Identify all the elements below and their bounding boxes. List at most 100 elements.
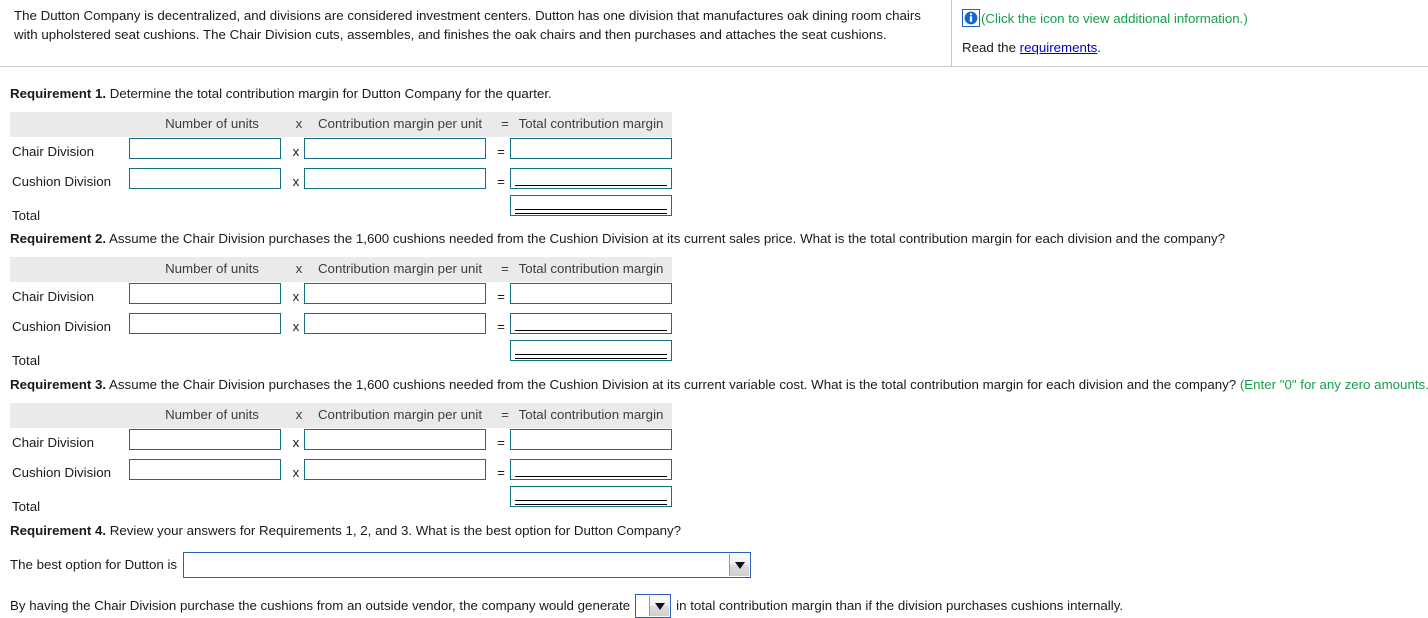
operator-times: x bbox=[292, 435, 300, 450]
operator-times: x bbox=[292, 289, 300, 304]
table-row: Chair Division x = bbox=[10, 282, 672, 312]
input-r2-grand-total-cm[interactable] bbox=[510, 340, 672, 361]
requirement-4-text: Requirement 4. Review your answers for R… bbox=[10, 523, 681, 539]
column-header-cm-per-unit: Contribution margin per unit bbox=[317, 261, 483, 276]
input-r3-chair-units[interactable] bbox=[129, 429, 281, 450]
input-r1-chair-units[interactable] bbox=[129, 138, 281, 159]
info-panel: (Click the icon to view additional infor… bbox=[962, 8, 1422, 55]
row-label-total: Total bbox=[12, 208, 41, 223]
best-option-row: The best option for Dutton is bbox=[10, 552, 752, 578]
column-header-units: Number of units bbox=[165, 407, 259, 422]
requirement-2-table: Number of units x Contribution margin pe… bbox=[10, 257, 672, 372]
requirement-3-hint: (Enter "0" for any zero amounts.) bbox=[1239, 377, 1428, 392]
column-header-cm-per-unit: Contribution margin per unit bbox=[317, 116, 483, 131]
requirements-link[interactable]: requirements bbox=[1020, 40, 1098, 55]
info-icon-note: (Click the icon to view additional infor… bbox=[981, 10, 1248, 26]
column-header-total-cm: Total contribution margin bbox=[518, 116, 664, 131]
input-r2-chair-cm-per-unit[interactable] bbox=[304, 283, 486, 304]
column-header-total-cm: Total contribution margin bbox=[518, 407, 664, 422]
input-r1-chair-total-cm[interactable] bbox=[510, 138, 672, 159]
closing-prefix-text: By having the Chair Division purchase th… bbox=[10, 598, 631, 613]
best-option-value bbox=[184, 553, 729, 577]
input-r2-chair-units[interactable] bbox=[129, 283, 281, 304]
table-header-row: Number of units x Contribution margin pe… bbox=[10, 257, 672, 282]
operator-times: x bbox=[292, 319, 300, 334]
best-option-label: The best option for Dutton is bbox=[10, 557, 178, 572]
requirement-3-table: Number of units x Contribution margin pe… bbox=[10, 403, 672, 518]
table-header-row: Number of units x Contribution margin pe… bbox=[10, 112, 672, 137]
input-r3-cushion-cm-per-unit[interactable] bbox=[304, 459, 486, 480]
input-r3-chair-cm-per-unit[interactable] bbox=[304, 429, 486, 450]
row-label-cushion-division: Cushion Division bbox=[12, 465, 112, 480]
requirement-2-body: Assume the Chair Division purchases the … bbox=[106, 231, 1226, 246]
requirement-1-body: Determine the total contribution margin … bbox=[106, 86, 552, 101]
closing-statement-row: By having the Chair Division purchase th… bbox=[10, 594, 1123, 618]
input-r2-cushion-cm-per-unit[interactable] bbox=[304, 313, 486, 334]
operator-equals: = bbox=[497, 289, 505, 304]
row-label-cushion-division: Cushion Division bbox=[12, 174, 112, 189]
operator-equals: = bbox=[497, 144, 505, 159]
input-r2-cushion-total-cm[interactable] bbox=[510, 313, 672, 334]
table-row: Cushion Division x = bbox=[10, 167, 672, 197]
operator-equals: = bbox=[497, 174, 505, 189]
requirement-1-label: Requirement 1. bbox=[10, 86, 107, 101]
input-r2-chair-total-cm[interactable] bbox=[510, 283, 672, 304]
best-option-dropdown[interactable] bbox=[183, 552, 752, 578]
input-r1-cushion-cm-per-unit[interactable] bbox=[304, 168, 486, 189]
input-r1-chair-cm-per-unit[interactable] bbox=[304, 138, 486, 159]
scenario-text: The Dutton Company is decentralized, and… bbox=[14, 8, 921, 42]
row-label-total: Total bbox=[12, 353, 41, 368]
page-header: The Dutton Company is decentralized, and… bbox=[0, 0, 1428, 67]
chevron-down-icon bbox=[649, 596, 670, 616]
requirement-1-text: Requirement 1. Determine the total contr… bbox=[10, 86, 552, 102]
operator-times: x bbox=[292, 144, 300, 159]
row-label-chair-division: Chair Division bbox=[12, 289, 95, 304]
input-r1-grand-total-cm[interactable] bbox=[510, 195, 672, 216]
table-row: Total bbox=[10, 340, 672, 372]
table-row: Chair Division x = bbox=[10, 137, 672, 167]
table-row: Total bbox=[10, 486, 672, 518]
column-header-cm-per-unit: Contribution margin per unit bbox=[317, 407, 483, 422]
input-r1-cushion-total-cm[interactable] bbox=[510, 168, 672, 189]
input-r3-cushion-units[interactable] bbox=[129, 459, 281, 480]
table-header-row: Number of units x Contribution margin pe… bbox=[10, 403, 672, 428]
requirement-2-label: Requirement 2. bbox=[10, 231, 107, 246]
table-row: Cushion Division x = bbox=[10, 312, 672, 342]
operator-equals: = bbox=[497, 435, 505, 450]
column-header-total-cm: Total contribution margin bbox=[518, 261, 664, 276]
requirement-1-table: Number of units x Contribution margin pe… bbox=[10, 112, 672, 227]
info-icon-row: (Click the icon to view additional infor… bbox=[962, 8, 1422, 28]
row-label-chair-division: Chair Division bbox=[12, 435, 95, 450]
requirement-2-text: Requirement 2. Assume the Chair Division… bbox=[10, 231, 1225, 247]
input-r3-grand-total-cm[interactable] bbox=[510, 486, 672, 507]
input-r2-cushion-units[interactable] bbox=[129, 313, 281, 334]
input-r3-cushion-total-cm[interactable] bbox=[510, 459, 672, 480]
requirement-4-label: Requirement 4. bbox=[10, 523, 107, 538]
input-r3-chair-total-cm[interactable] bbox=[510, 429, 672, 450]
read-requirements-row: Read the requirements. bbox=[962, 40, 1422, 55]
requirement-3-text: Requirement 3. Assume the Chair Division… bbox=[10, 377, 1428, 393]
header-vertical-divider bbox=[951, 0, 952, 66]
column-header-units: Number of units bbox=[165, 261, 259, 276]
table-row: Total bbox=[10, 195, 672, 227]
operator-equals: = bbox=[497, 319, 505, 334]
row-label-chair-division: Chair Division bbox=[12, 144, 95, 159]
read-prefix: Read the bbox=[962, 40, 1020, 55]
read-suffix: . bbox=[1097, 40, 1101, 55]
row-label-cushion-division: Cushion Division bbox=[12, 319, 112, 334]
more-or-less-dropdown[interactable] bbox=[635, 594, 672, 618]
table-row: Cushion Division x = bbox=[10, 458, 672, 488]
operator-times: x bbox=[292, 465, 300, 480]
column-header-units: Number of units bbox=[165, 116, 259, 131]
info-icon[interactable] bbox=[962, 9, 980, 27]
table-row: Chair Division x = bbox=[10, 428, 672, 458]
closing-suffix-text: in total contribution margin than if the… bbox=[676, 598, 1124, 613]
requirement-3-body: Assume the Chair Division purchases the … bbox=[106, 377, 1240, 392]
row-label-total: Total bbox=[12, 499, 41, 514]
chevron-down-icon bbox=[729, 554, 750, 576]
header-horizontal-divider bbox=[0, 66, 1428, 67]
operator-equals: = bbox=[497, 465, 505, 480]
requirement-4-body: Review your answers for Requirements 1, … bbox=[106, 523, 682, 538]
input-r1-cushion-units[interactable] bbox=[129, 168, 281, 189]
requirement-3-label: Requirement 3. bbox=[10, 377, 107, 392]
